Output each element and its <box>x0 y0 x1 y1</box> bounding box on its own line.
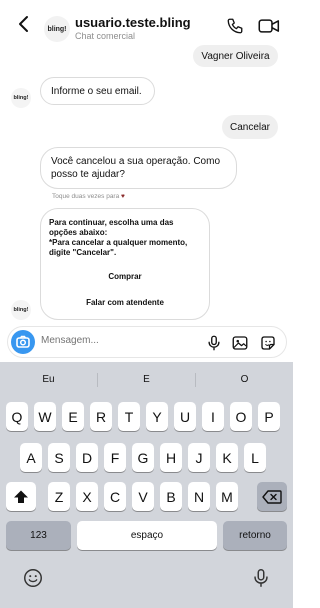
message-outgoing[interactable]: Vagner Oliveira <box>193 45 278 67</box>
phone-icon[interactable] <box>226 17 244 35</box>
heart-icon: ♥ <box>121 193 125 200</box>
message-incoming[interactable]: Informe o seu email. <box>40 77 155 105</box>
key[interactable]: I <box>202 402 224 431</box>
camera-icon <box>16 335 30 348</box>
back-arrow-icon[interactable] <box>14 14 34 34</box>
options-cancel-note: *Para cancelar a qualquer momento, digit… <box>49 238 188 257</box>
emoji-icon[interactable] <box>22 567 44 589</box>
key[interactable]: Q <box>6 402 28 431</box>
chat-header: bling! usuario.teste.bling Chat comercia… <box>0 0 293 46</box>
sticker-icon[interactable] <box>259 334 277 352</box>
key[interactable]: T <box>118 402 140 431</box>
key[interactable]: O <box>230 402 252 431</box>
key[interactable]: C <box>104 482 126 511</box>
message-list[interactable]: Vagner Oliveira bling! Informe o seu ema… <box>0 45 293 324</box>
message-incoming[interactable]: Você cancelou a sua operação. Como posso… <box>40 147 237 189</box>
key[interactable]: J <box>188 443 210 472</box>
dictation-mic-icon[interactable] <box>250 567 272 589</box>
key[interactable]: R <box>90 402 112 431</box>
message-outgoing[interactable]: Cancelar <box>222 115 278 139</box>
key[interactable]: H <box>160 443 182 472</box>
camera-button[interactable] <box>11 330 35 354</box>
key[interactable]: F <box>104 443 126 472</box>
options-message: Para continuar, escolha uma das opções a… <box>40 208 210 320</box>
message-composer <box>7 326 287 358</box>
option-buy-button[interactable]: Comprar <box>49 272 201 282</box>
key[interactable]: Z <box>48 482 70 511</box>
key[interactable]: U <box>174 402 196 431</box>
contact-avatar-small: bling! <box>11 300 31 320</box>
double-tap-hint: Toque duas vezes para ♥ <box>52 193 125 200</box>
backspace-icon <box>262 489 282 504</box>
key[interactable]: W <box>34 402 56 431</box>
key[interactable]: X <box>76 482 98 511</box>
key[interactable]: D <box>76 443 98 472</box>
contact-username[interactable]: usuario.teste.bling <box>75 15 191 30</box>
key[interactable]: K <box>216 443 238 472</box>
option-agent-button[interactable]: Falar com atendente <box>49 298 201 308</box>
shift-icon <box>14 490 28 503</box>
return-key[interactable]: retorno <box>223 521 287 550</box>
contact-avatar[interactable]: bling! <box>44 16 70 42</box>
gallery-icon[interactable] <box>231 334 249 352</box>
key[interactable]: V <box>132 482 154 511</box>
key[interactable]: S <box>48 443 70 472</box>
key[interactable]: M <box>216 482 238 511</box>
options-text: Para continuar, escolha uma das opções a… <box>49 218 174 237</box>
suggestion-item[interactable]: O <box>196 368 293 392</box>
key[interactable]: G <box>132 443 154 472</box>
key[interactable]: P <box>258 402 280 431</box>
suggestion-item[interactable]: E <box>98 368 195 392</box>
keyboard: Eu E O Q W E R T Y U I O P A S D F G H J… <box>0 362 293 608</box>
key[interactable]: Y <box>146 402 168 431</box>
key[interactable]: N <box>188 482 210 511</box>
shift-key[interactable] <box>6 482 36 511</box>
contact-avatar-small: bling! <box>11 88 31 108</box>
video-call-icon[interactable] <box>258 17 280 35</box>
numbers-key[interactable]: 123 <box>6 521 71 550</box>
key[interactable]: E <box>62 402 84 431</box>
message-input[interactable] <box>41 335 161 346</box>
microphone-icon[interactable] <box>205 334 223 352</box>
key[interactable]: B <box>160 482 182 511</box>
contact-subtitle: Chat comercial <box>75 31 136 41</box>
key[interactable]: A <box>20 443 42 472</box>
space-key[interactable]: espaço <box>77 521 217 550</box>
suggestion-item[interactable]: Eu <box>0 368 97 392</box>
key[interactable]: L <box>244 443 266 472</box>
backspace-key[interactable] <box>257 482 287 511</box>
